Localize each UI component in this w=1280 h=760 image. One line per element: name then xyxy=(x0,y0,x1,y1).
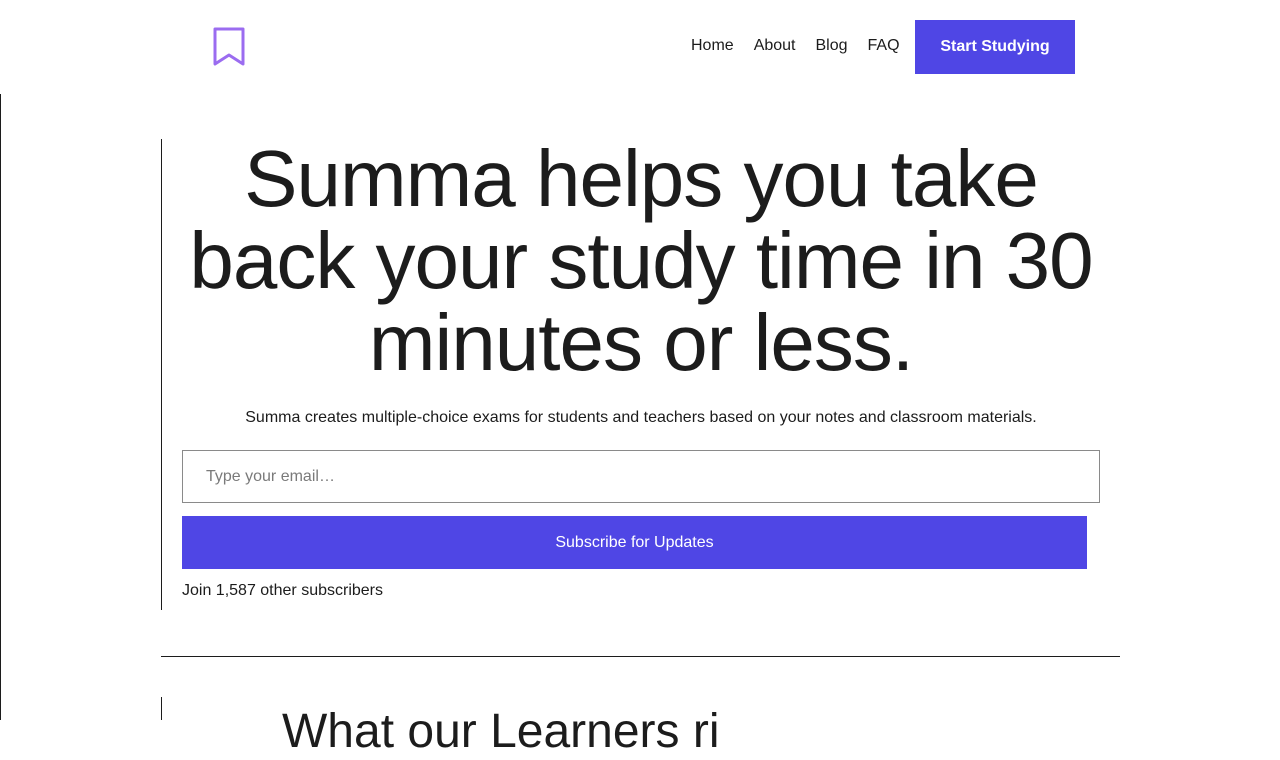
nav-home-link[interactable]: Home xyxy=(691,36,734,56)
subscribe-button[interactable]: Subscribe for Updates xyxy=(182,516,1087,569)
start-studying-button[interactable]: Start Studying xyxy=(915,20,1075,74)
hero-subtitle: Summa creates multiple-choice exams for … xyxy=(245,409,1037,426)
bookmark-icon[interactable] xyxy=(211,26,247,68)
nav-blog-link[interactable]: Blog xyxy=(816,36,848,56)
next-section-left-border xyxy=(161,697,162,720)
nav-faq-link[interactable]: FAQ xyxy=(868,36,900,56)
nav-about-link[interactable]: About xyxy=(754,36,796,56)
hero-title: Summa helps you take back your study tim… xyxy=(189,134,1093,387)
next-section-heading: What our Learners ri xyxy=(282,705,720,758)
section-divider xyxy=(161,656,1120,657)
email-input[interactable] xyxy=(182,450,1100,503)
subscriber-count: Join 1,587 other subscribers xyxy=(182,582,383,599)
site-header: Home About Blog FAQ Start Studying xyxy=(0,0,1280,94)
main-nav: Home About Blog FAQ xyxy=(691,36,900,56)
page-left-border xyxy=(0,94,1,720)
